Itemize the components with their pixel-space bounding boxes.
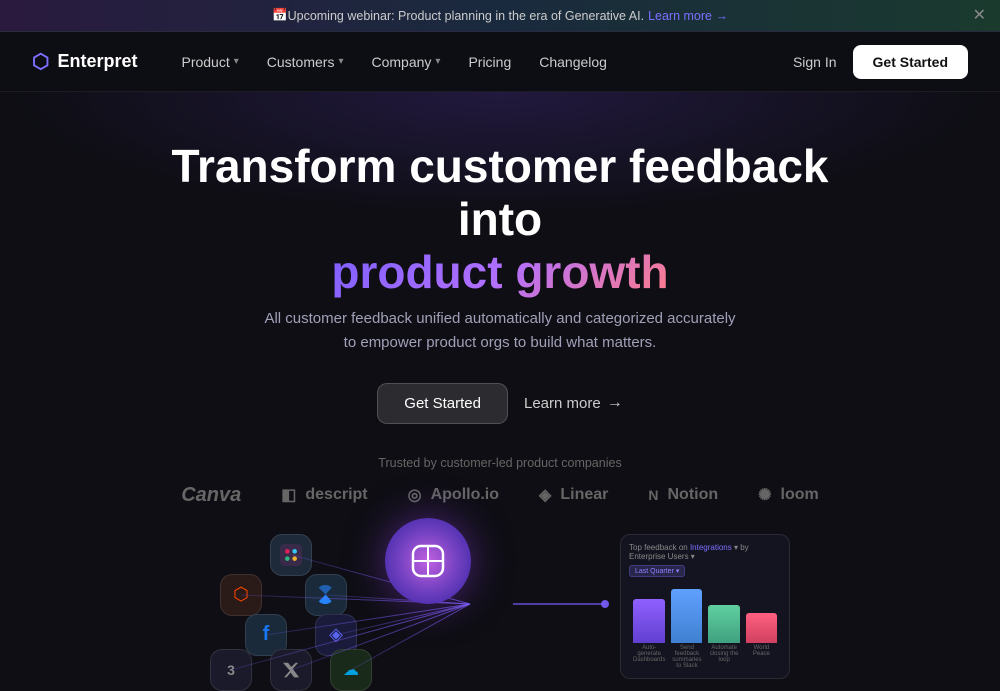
connection-lines <box>210 529 790 679</box>
nav-item-pricing[interactable]: Pricing <box>456 48 523 76</box>
logo-text: Enterpret <box>57 51 137 72</box>
linear-logo: ◈ Linear <box>539 485 608 505</box>
logos-row: Canva ◧ descript ◎ Apollo.io ◈ Linear N … <box>32 484 968 507</box>
nav-item-changelog[interactable]: Changelog <box>527 48 619 76</box>
descript-logo: ◧ descript <box>281 485 367 505</box>
diagram-section: ⬡ f ◈ 3 <box>0 519 1000 679</box>
close-icon[interactable]: ✕ <box>973 8 986 24</box>
nav-label-company: Company <box>371 54 431 70</box>
announcement-text: Upcoming webinar: Product planning in th… <box>288 9 644 23</box>
hero-cta: Get Started Learn more → <box>377 383 622 424</box>
nav-item-customers[interactable]: Customers ▾ <box>255 48 356 76</box>
navbar: ⬡ Enterpret Product ▾ Customers ▾ Compan… <box>0 32 1000 92</box>
descript-wordmark: descript <box>305 486 367 504</box>
center-hub <box>385 518 471 604</box>
learn-more-label: Learn more <box>524 395 601 412</box>
notion-wordmark: Notion <box>667 486 718 504</box>
logo[interactable]: ⬡ Enterpret <box>32 49 137 74</box>
arrow-icon: → <box>607 394 623 412</box>
trusted-section: Trusted by customer-led product companie… <box>0 448 1000 519</box>
diagram-container: ⬡ f ◈ 3 <box>210 529 790 679</box>
loom-logo: ✺ loom <box>758 485 819 505</box>
nav-label-product: Product <box>181 54 229 70</box>
nav-item-product[interactable]: Product ▾ <box>169 48 250 76</box>
nav-links: Product ▾ Customers ▾ Company ▾ Pricing … <box>169 48 792 76</box>
logo-icon: ⬡ <box>32 49 49 74</box>
apollo-logo: ◎ Apollo.io <box>408 485 499 505</box>
hero-learn-more-button[interactable]: Learn more → <box>524 394 623 412</box>
nav-label-changelog: Changelog <box>539 54 607 70</box>
chevron-down-icon: ▾ <box>338 56 343 67</box>
canva-wordmark: Canva <box>181 484 241 507</box>
loom-wordmark: loom <box>781 486 819 504</box>
notion-logo: N Notion <box>648 486 718 504</box>
apollo-wordmark: Apollo.io <box>431 486 499 504</box>
center-hub-icon <box>408 541 448 581</box>
hero-title: Transform customer feedback into product… <box>160 140 840 299</box>
canva-logo: Canva <box>181 484 241 507</box>
chevron-down-icon: ▾ <box>435 56 440 67</box>
hero-section: Transform customer feedback into product… <box>0 92 1000 448</box>
announcement-bar: 📅 Upcoming webinar: Product planning in … <box>0 0 1000 32</box>
hero-get-started-button[interactable]: Get Started <box>377 383 508 424</box>
hero-subtitle: All customer feedback unified automatica… <box>260 307 740 355</box>
hero-title-line2: product growth <box>331 246 668 298</box>
nav-label-customers: Customers <box>267 54 335 70</box>
announcement-link[interactable]: Learn more → <box>648 9 728 23</box>
sign-in-link[interactable]: Sign In <box>793 54 837 70</box>
linear-wordmark: Linear <box>560 486 608 504</box>
trusted-label: Trusted by customer-led product companie… <box>32 456 968 470</box>
nav-get-started-button[interactable]: Get Started <box>853 45 968 79</box>
hero-title-line1: Transform customer feedback into <box>171 140 828 245</box>
nav-right: Sign In Get Started <box>793 45 968 79</box>
chevron-down-icon: ▾ <box>234 56 239 67</box>
nav-item-company[interactable]: Company ▾ <box>359 48 452 76</box>
nav-label-pricing: Pricing <box>468 54 511 70</box>
announcement-emoji: 📅 <box>272 8 288 23</box>
